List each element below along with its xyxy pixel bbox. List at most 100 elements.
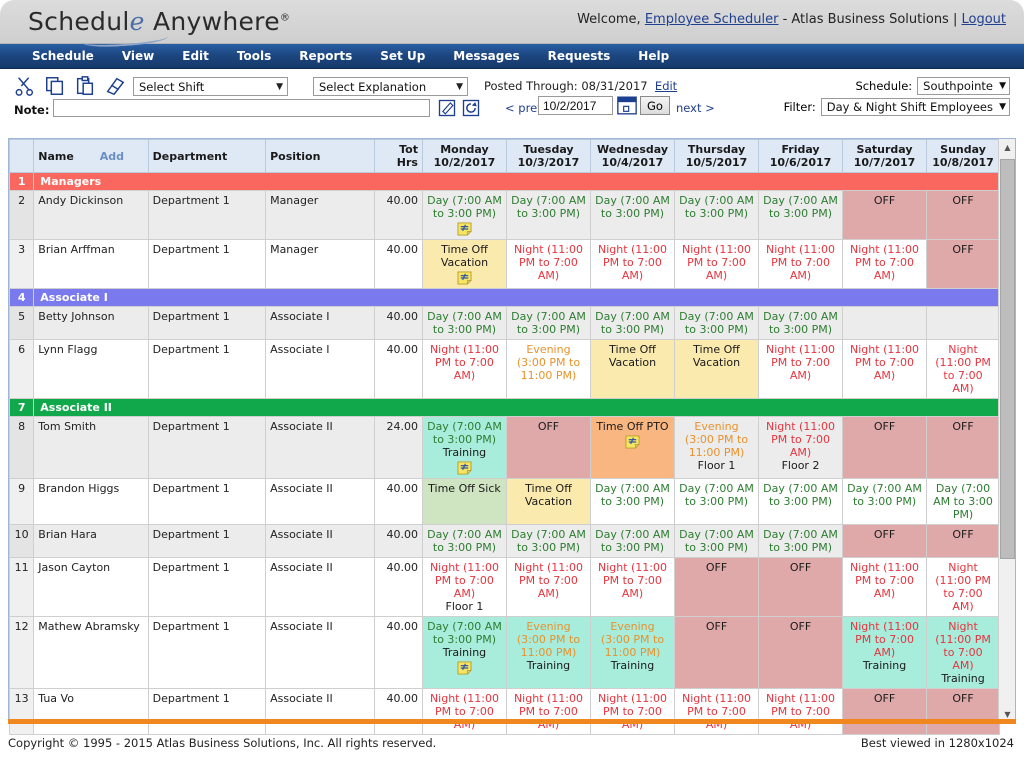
shift-cell[interactable]: Night (11:00 PM to 7:00 AM) bbox=[842, 339, 928, 399]
filter-dropdown[interactable]: Day & Night Shift Employees ▼ bbox=[820, 98, 1010, 116]
shift-cell[interactable]: Night (11:00 PM to 7:00 AM) bbox=[926, 339, 1000, 399]
employee-name-cell[interactable]: Betty Johnson bbox=[33, 306, 149, 340]
menu-item-messages[interactable]: Messages bbox=[439, 49, 533, 63]
shift-cell[interactable]: OFF bbox=[842, 688, 928, 735]
scroll-up-icon[interactable]: ▲ bbox=[999, 139, 1016, 156]
shift-cell[interactable]: Night (11:00 PM to 7:00 AM) bbox=[842, 557, 928, 617]
shift-cell[interactable]: OFF bbox=[926, 190, 1000, 240]
menu-item-edit[interactable]: Edit bbox=[168, 49, 223, 63]
copy-icon[interactable] bbox=[44, 75, 66, 97]
select-explanation-dropdown[interactable]: Select Explanation ▼ bbox=[313, 77, 468, 96]
eraser-icon[interactable] bbox=[104, 75, 126, 97]
shift-cell[interactable]: Time Off Vacation bbox=[673, 339, 760, 399]
shift-cell[interactable]: OFF bbox=[505, 416, 591, 479]
menu-item-reports[interactable]: Reports bbox=[285, 49, 366, 63]
shift-cell[interactable]: Day (7:00 AM to 3:00 PM) bbox=[505, 524, 591, 558]
shift-cell[interactable]: Day (7:00 AM to 3:00 PM) bbox=[758, 306, 844, 340]
shift-cell[interactable]: Day (7:00 AM to 3:00 PM) bbox=[421, 306, 507, 340]
shift-cell[interactable]: Day (7:00 AM to 3:00 PM) Training bbox=[421, 616, 507, 689]
sticky-note-icon[interactable] bbox=[625, 435, 640, 449]
employee-name-cell[interactable]: Mathew Abramsky bbox=[33, 616, 149, 689]
shift-cell[interactable]: Night (11:00 PM to 7:00 AM) bbox=[673, 239, 760, 289]
employee-name-cell[interactable]: Andy Dickinson bbox=[33, 190, 149, 240]
cut-icon[interactable] bbox=[14, 75, 36, 97]
group-label-cell[interactable]: Managers bbox=[33, 172, 1000, 191]
shift-cell[interactable]: Night (11:00 PM to 7:00 AM) bbox=[758, 339, 844, 399]
shift-cell[interactable]: Day (7:00 AM to 3:00 PM) bbox=[758, 478, 844, 525]
sticky-note-icon[interactable] bbox=[457, 661, 472, 675]
paste-icon[interactable] bbox=[74, 75, 96, 97]
shift-cell[interactable]: Time Off Vacation bbox=[505, 478, 591, 525]
sticky-note-icon[interactable] bbox=[457, 271, 472, 285]
employee-name-cell[interactable]: Brian Arffman bbox=[33, 239, 149, 289]
shift-cell[interactable]: Night (11:00 PM to 7:00 AM) Training bbox=[926, 616, 1000, 689]
menu-item-tools[interactable]: Tools bbox=[223, 49, 285, 63]
shift-cell[interactable]: Time Off PTO bbox=[589, 416, 676, 479]
shift-cell[interactable]: Day (7:00 AM to 3:00 PM) bbox=[758, 190, 844, 240]
employee-name-cell[interactable]: Tom Smith bbox=[33, 416, 149, 479]
shift-cell[interactable]: Night (11:00 PM to 7:00 AM) bbox=[926, 557, 1000, 617]
shift-cell[interactable]: Day (7:00 AM to 3:00 PM) bbox=[673, 524, 760, 558]
shift-cell[interactable]: Day (7:00 AM to 3:00 PM) bbox=[505, 190, 591, 240]
shift-cell[interactable]: Day (7:00 AM to 3:00 PM) bbox=[673, 478, 760, 525]
shift-cell[interactable] bbox=[842, 306, 928, 340]
shift-cell[interactable]: Time Off Sick bbox=[421, 478, 507, 525]
shift-cell[interactable]: Day (7:00 AM to 3:00 PM) bbox=[589, 524, 676, 558]
note-input[interactable] bbox=[53, 99, 430, 117]
shift-cell[interactable]: Night (11:00 PM to 7:00 AM) Floor 2 bbox=[758, 416, 844, 479]
shift-cell[interactable]: Day (7:00 AM to 3:00 PM) bbox=[673, 306, 760, 340]
add-employee-link[interactable]: Add bbox=[100, 150, 124, 163]
select-shift-dropdown[interactable]: Select Shift ▼ bbox=[133, 77, 288, 96]
refresh-note-icon[interactable] bbox=[461, 98, 481, 118]
shift-cell[interactable]: Night (11:00 PM to 7:00 AM) Floor 1 bbox=[421, 557, 507, 617]
shift-cell[interactable]: Day (7:00 AM to 3:00 PM) bbox=[758, 524, 844, 558]
shift-cell[interactable]: Night (11:00 PM to 7:00 AM) bbox=[421, 688, 507, 735]
shift-cell[interactable]: Evening (3:00 PM to 11:00 PM) bbox=[505, 339, 591, 399]
shift-cell[interactable]: Night (11:00 PM to 7:00 AM) bbox=[842, 239, 928, 289]
shift-cell[interactable]: Evening (3:00 PM to 11:00 PM) Training bbox=[505, 616, 591, 689]
sticky-note-icon[interactable] bbox=[457, 222, 472, 236]
shift-cell[interactable]: Night (11:00 PM to 7:00 AM) bbox=[505, 239, 591, 289]
shift-cell[interactable]: Time Off Vacation bbox=[421, 239, 507, 289]
shift-cell[interactable]: Evening (3:00 PM to 11:00 PM) Floor 1 bbox=[673, 416, 760, 479]
shift-cell[interactable]: Day (7:00 AM to 3:00 PM) bbox=[589, 306, 676, 340]
shift-cell[interactable]: Night (11:00 PM to 7:00 AM) bbox=[589, 557, 676, 617]
employee-name-cell[interactable]: Brandon Higgs bbox=[33, 478, 149, 525]
shift-cell[interactable]: Day (7:00 AM to 3:00 PM) bbox=[842, 478, 928, 525]
next-week-link[interactable]: next > bbox=[676, 101, 715, 115]
employee-name-cell[interactable]: Jason Cayton bbox=[33, 557, 149, 617]
shift-cell[interactable]: Day (7:00 AM to 3:00 PM) bbox=[926, 478, 1000, 525]
shift-cell[interactable]: Day (7:00 AM to 3:00 PM) bbox=[421, 524, 507, 558]
posted-through-edit-link[interactable]: Edit bbox=[655, 79, 677, 93]
shift-cell[interactable]: Day (7:00 AM to 3:00 PM) bbox=[673, 190, 760, 240]
shift-cell[interactable]: Day (7:00 AM to 3:00 PM) bbox=[421, 190, 507, 240]
schedule-date-input[interactable] bbox=[538, 96, 613, 115]
shift-cell[interactable]: Night (11:00 PM to 7:00 AM) bbox=[758, 688, 844, 735]
shift-cell[interactable]: Day (7:00 AM to 3:00 PM) bbox=[505, 306, 591, 340]
menu-item-view[interactable]: View bbox=[108, 49, 168, 63]
logout-link[interactable]: Logout bbox=[961, 12, 1006, 27]
shift-cell[interactable]: OFF bbox=[926, 416, 1000, 479]
group-label-cell[interactable]: Associate I bbox=[33, 288, 1000, 307]
shift-cell[interactable]: Evening (3:00 PM to 11:00 PM) Training bbox=[589, 616, 676, 689]
shift-cell[interactable]: OFF bbox=[673, 557, 760, 617]
shift-cell[interactable]: Night (11:00 PM to 7:00 AM) bbox=[589, 688, 676, 735]
shift-cell[interactable]: OFF bbox=[926, 688, 1000, 735]
menu-item-help[interactable]: Help bbox=[624, 49, 683, 63]
menu-item-requests[interactable]: Requests bbox=[534, 49, 625, 63]
shift-cell[interactable] bbox=[926, 306, 1000, 340]
shift-cell[interactable]: OFF bbox=[758, 616, 844, 689]
go-button[interactable]: Go bbox=[640, 96, 670, 115]
sticky-note-icon[interactable] bbox=[457, 461, 472, 475]
scrollbar-thumb[interactable] bbox=[1000, 159, 1015, 559]
shift-cell[interactable]: OFF bbox=[758, 557, 844, 617]
shift-cell[interactable]: Night (11:00 PM to 7:00 AM) bbox=[758, 239, 844, 289]
shift-cell[interactable]: Day (7:00 AM to 3:00 PM) Training bbox=[421, 416, 507, 479]
shift-cell[interactable]: Night (11:00 PM to 7:00 AM) bbox=[421, 339, 507, 399]
shift-cell[interactable]: OFF bbox=[842, 416, 928, 479]
shift-cell[interactable]: OFF bbox=[926, 239, 1000, 289]
edit-note-icon[interactable] bbox=[437, 98, 457, 118]
shift-cell[interactable]: OFF bbox=[673, 616, 760, 689]
shift-cell[interactable]: Night (11:00 PM to 7:00 AM) bbox=[505, 688, 591, 735]
employee-name-cell[interactable]: Tua Vo bbox=[33, 688, 149, 735]
